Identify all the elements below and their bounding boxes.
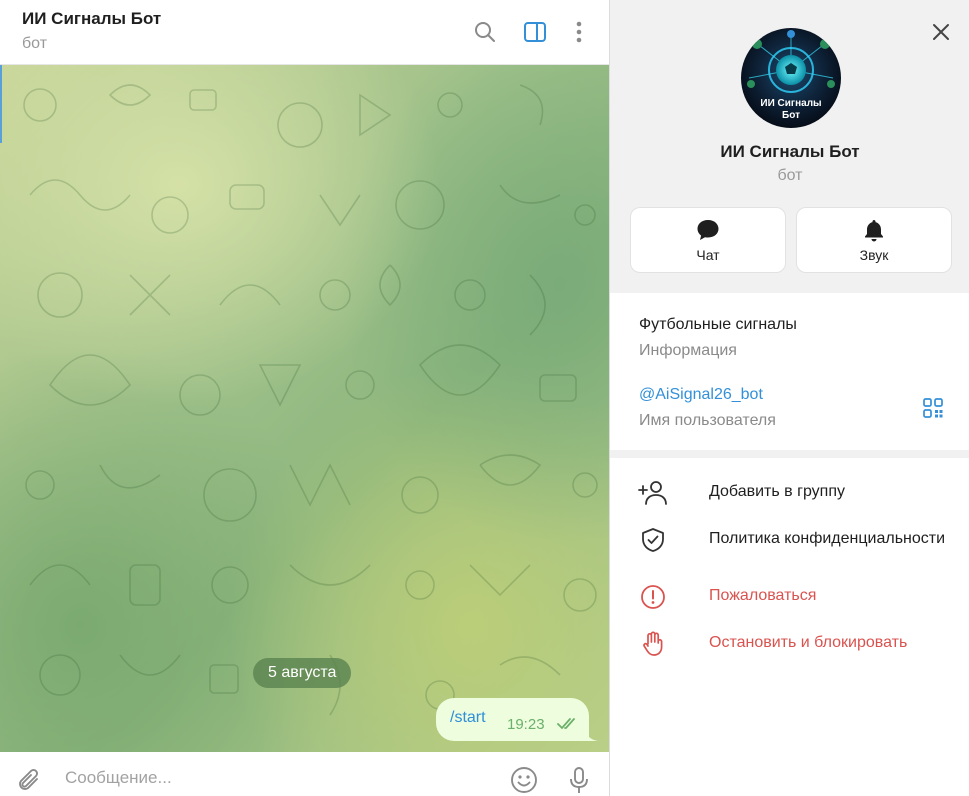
report-item[interactable]: Пожаловаться — [610, 574, 969, 620]
chat-subtitle: бот — [22, 35, 48, 52]
chat-bubble-icon — [631, 218, 785, 244]
stop-and-block-item[interactable]: Остановить и блокировать — [610, 621, 969, 667]
username-value[interactable]: @AiSignal26_bot — [639, 386, 763, 404]
more-menu-icon[interactable] — [566, 19, 592, 45]
message-input[interactable] — [65, 768, 485, 788]
message-time: 19:23 — [507, 716, 545, 733]
privacy-policy-item[interactable]: Политика конфиденциальности — [610, 517, 969, 563]
bot-info-panel: ИИ Сигналы Бот ИИ Сигналы Бот бот Чат Зв… — [609, 0, 969, 796]
message-composer — [0, 752, 609, 796]
open-chat-label: Чат — [696, 247, 720, 263]
close-icon[interactable] — [928, 19, 954, 45]
date-separator: 5 августа — [253, 658, 352, 688]
report-icon — [638, 584, 668, 610]
chat-wallpaper: 5 августа /start 19:23 — [0, 65, 609, 752]
chat-header[interactable]: ИИ Сигналы Бот бот — [0, 0, 609, 65]
avatar-caption-line1: ИИ Сигналы — [760, 98, 821, 109]
bot-name: ИИ Сигналы Бот — [720, 142, 860, 161]
privacy-policy-label: Политика конфиденциальности — [709, 530, 946, 547]
bot-status: бот — [777, 167, 803, 184]
chat-pane: ИИ Сигналы Бот бот 5 августа /start 19:2… — [0, 0, 609, 796]
message-tail — [584, 727, 598, 741]
open-chat-button[interactable]: Чат — [630, 207, 786, 273]
emoji-icon[interactable] — [509, 765, 539, 795]
about-label: Информация — [639, 342, 737, 359]
username-label: Имя пользователя — [639, 412, 776, 429]
about-value[interactable]: Футбольные сигналы — [639, 316, 797, 334]
bell-icon — [797, 218, 951, 244]
sound-button[interactable]: Звук — [796, 207, 952, 273]
avatar-caption-line2: Бот — [782, 110, 800, 121]
double-check-icon — [557, 717, 579, 735]
bot-actions-card: Добавить в группу Политика конфиденциаль… — [610, 458, 969, 796]
shield-check-icon — [638, 527, 668, 553]
add-to-group-label: Добавить в группу — [709, 483, 845, 500]
report-label: Пожаловаться — [709, 587, 817, 604]
sound-label: Звук — [859, 247, 889, 263]
sidebar-toggle-icon[interactable] — [522, 19, 548, 45]
add-user-icon — [638, 480, 668, 506]
search-icon[interactable] — [472, 19, 498, 45]
bot-details-card: Футбольные сигналы Информация @AiSignal2… — [610, 293, 969, 450]
avatar[interactable]: ИИ Сигналы Бот — [741, 28, 841, 128]
outgoing-message[interactable]: /start 19:23 — [436, 698, 589, 741]
chat-title[interactable]: ИИ Сигналы Бот — [22, 9, 161, 29]
attach-icon[interactable] — [16, 767, 44, 795]
message-text[interactable]: /start — [450, 709, 486, 727]
stop-and-block-label: Остановить и блокировать — [709, 634, 908, 651]
block-hand-icon — [638, 631, 668, 657]
microphone-icon[interactable] — [565, 765, 593, 795]
qr-code-icon[interactable] — [922, 397, 946, 421]
doodle-pattern — [23, 84, 598, 716]
add-to-group-item[interactable]: Добавить в группу — [610, 470, 969, 516]
